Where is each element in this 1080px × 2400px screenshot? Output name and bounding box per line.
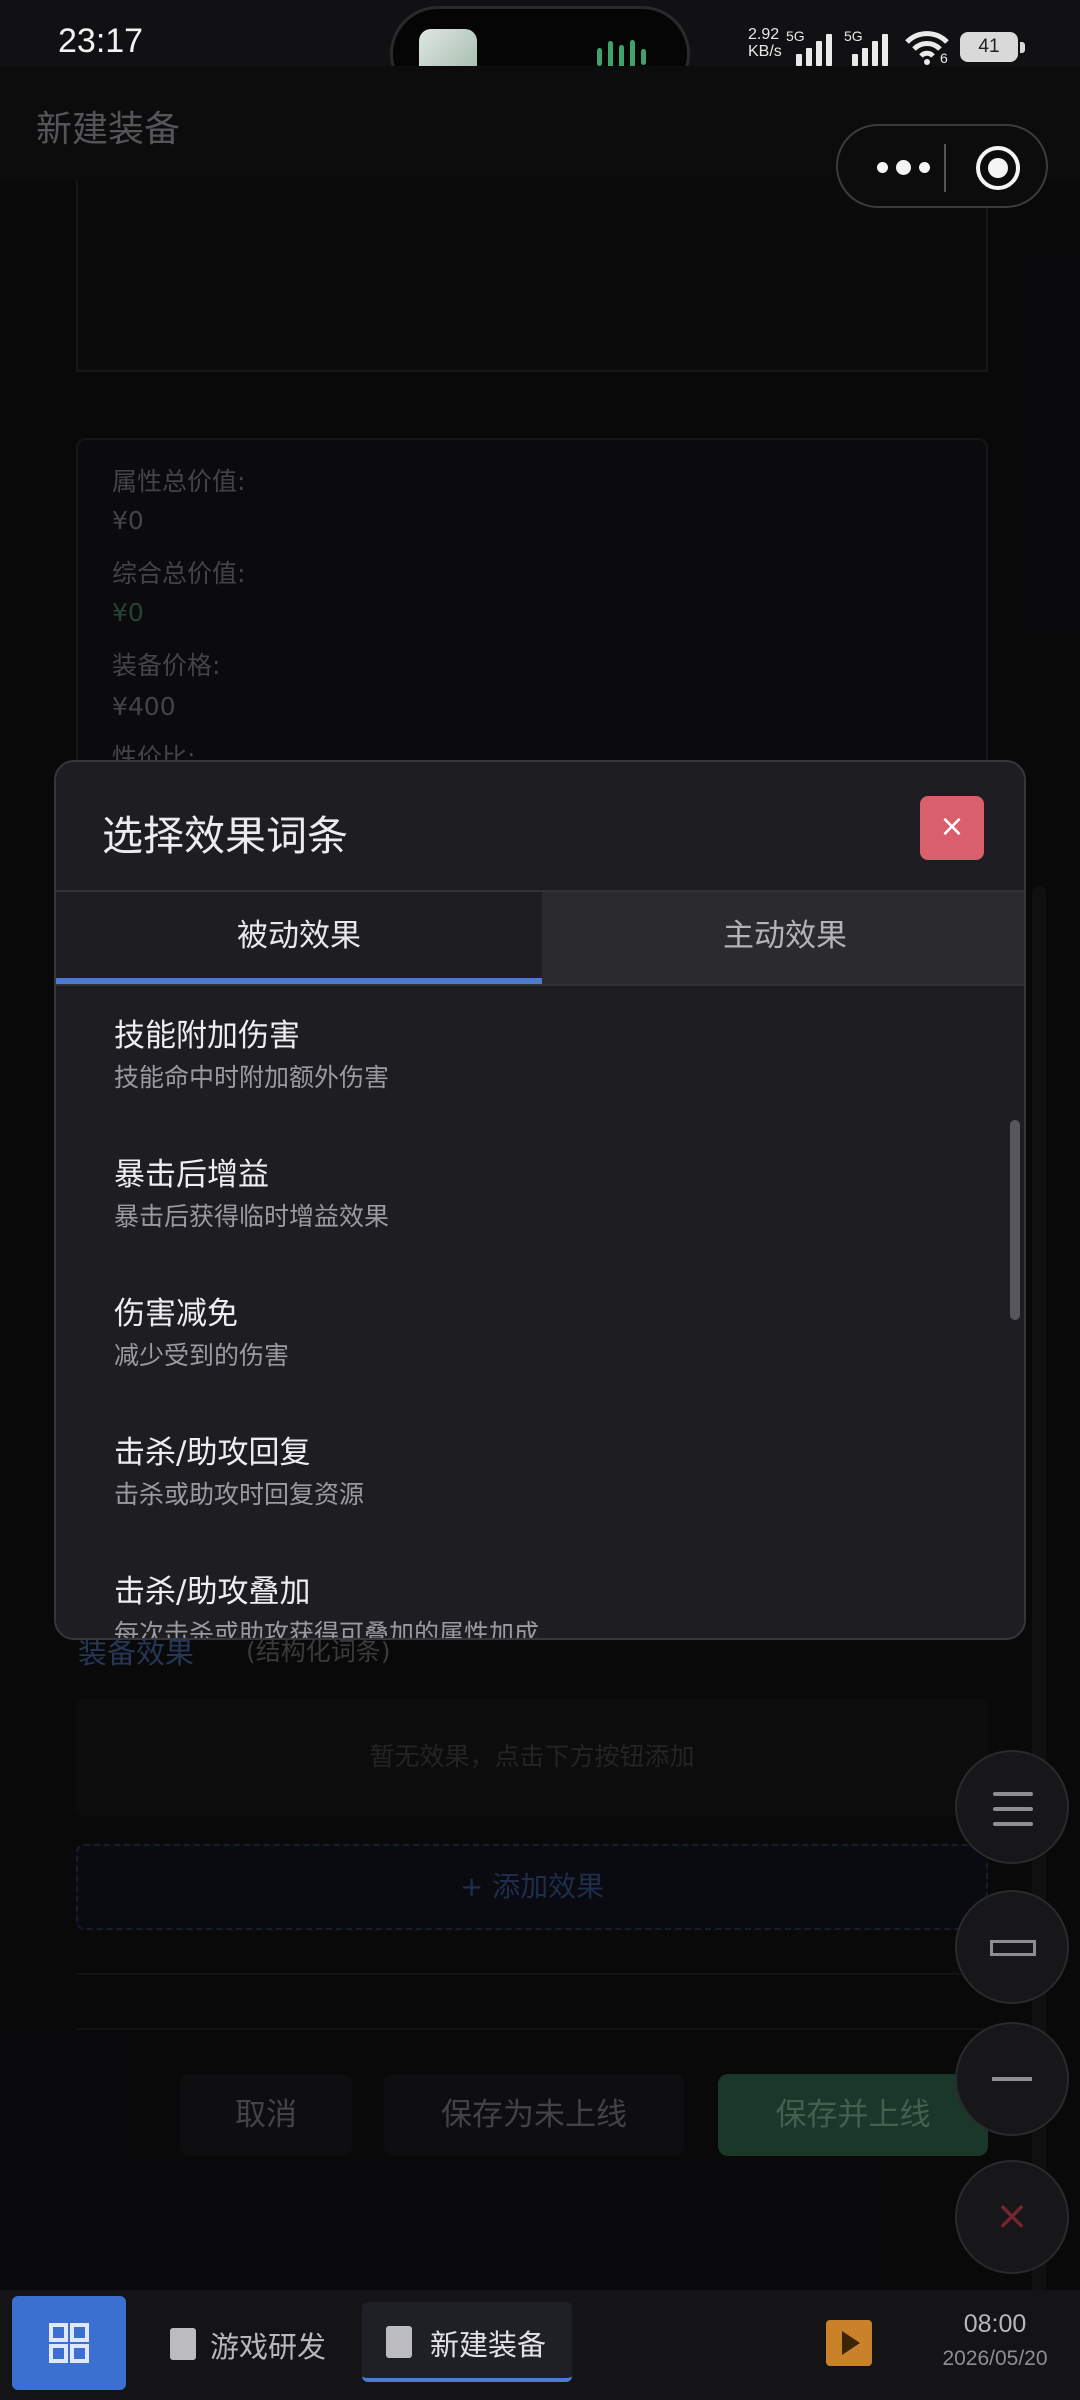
signal-icon <box>852 32 890 66</box>
taskbar-item-new-equipment[interactable]: 新建装备 <box>362 2302 572 2382</box>
clock-time: 08:00 <box>963 2310 1027 2338</box>
effect-description: 减少受到的伤害 <box>114 1341 290 1370</box>
grid-icon <box>49 2323 89 2363</box>
capsule-divider <box>944 144 946 192</box>
list-item[interactable]: 击杀/助攻回复 击杀或助攻时回复资源 <box>114 1427 974 1511</box>
taskbar-item-game-dev[interactable]: 游戏研发 <box>160 2304 350 2384</box>
play-icon[interactable] <box>826 2320 872 2366</box>
tab-active-label: 主动效果 <box>723 918 847 954</box>
status-time: 23:17 <box>58 22 144 60</box>
mini-program-capsule <box>836 124 1048 208</box>
signal-icon <box>796 32 834 66</box>
minimize-icon[interactable] <box>955 2022 1069 2136</box>
tab-passive[interactable]: 被动效果 <box>56 892 542 984</box>
wifi-label: 6 <box>940 50 948 66</box>
tab-passive-label: 被动效果 <box>237 918 361 954</box>
effects-list: 技能附加伤害 技能命中时附加额外伤害 暴击后增益 暴击后获得临时增益效果 伤害减… <box>56 988 1024 1640</box>
clock-date: 2026/05/20 <box>942 2347 1048 2370</box>
close-icon[interactable]: × <box>955 2160 1069 2274</box>
effect-description: 击杀或助攻时回复资源 <box>114 1480 365 1509</box>
start-button[interactable] <box>12 2296 126 2390</box>
status-bar: 23:17 2.92 KB/s 5G 5G 6 41 <box>0 0 1080 102</box>
effect-name: 击杀/助攻叠加 <box>114 1574 311 1610</box>
effect-description: 暴击后获得临时增益效果 <box>114 1202 390 1231</box>
document-icon <box>170 2328 196 2360</box>
list-item[interactable]: 暴击后增益 暴击后获得临时增益效果 <box>114 1149 974 1233</box>
modal-close-button[interactable]: × <box>920 796 984 860</box>
taskbar-item-label: 新建装备 <box>430 2328 547 2362</box>
effect-name: 暴击后增益 <box>114 1157 269 1193</box>
battery-icon: 41 <box>960 32 1025 62</box>
taskbar-clock[interactable]: 08:00 2026/05/20 <box>920 2310 1070 2390</box>
list-item[interactable]: 技能附加伤害 技能命中时附加额外伤害 <box>114 1010 974 1094</box>
net-speed-unit: KB/s <box>748 43 782 60</box>
menu-icon[interactable] <box>955 1750 1069 1864</box>
active-tab-indicator <box>56 978 542 984</box>
target-icon[interactable] <box>976 146 1020 190</box>
tab-active-skill[interactable]: 主动效果 <box>542 892 1024 984</box>
list-scrollbar[interactable] <box>1010 1120 1020 1320</box>
modal-title: 选择效果词条 <box>102 812 348 860</box>
effect-description: 每次击杀或助攻获得可叠加的属性加成 <box>114 1619 540 1640</box>
taskbar-item-label: 游戏研发 <box>210 2330 327 2364</box>
effect-name: 伤害减免 <box>114 1296 238 1332</box>
more-icon[interactable] <box>868 152 938 182</box>
effect-description: 技能命中时附加额外伤害 <box>114 1063 390 1092</box>
maximize-icon[interactable] <box>955 1890 1069 2004</box>
list-item[interactable]: 伤害减免 减少受到的伤害 <box>114 1288 974 1372</box>
effect-name: 技能附加伤害 <box>114 1018 300 1054</box>
effect-name: 击杀/助攻回复 <box>114 1435 311 1471</box>
list-item[interactable]: 击杀/助攻叠加 每次击杀或助攻获得可叠加的属性加成 <box>114 1566 974 1640</box>
effect-select-modal: 选择效果词条 × 被动效果 主动效果 技能附加伤害 技能命中时附加额外伤害 暴击… <box>54 760 1026 1640</box>
document-icon <box>386 2326 412 2358</box>
taskbar: 游戏研发 新建装备 08:00 2026/05/20 <box>0 2290 1080 2400</box>
effect-type-tabs: 被动效果 主动效果 <box>56 890 1024 986</box>
